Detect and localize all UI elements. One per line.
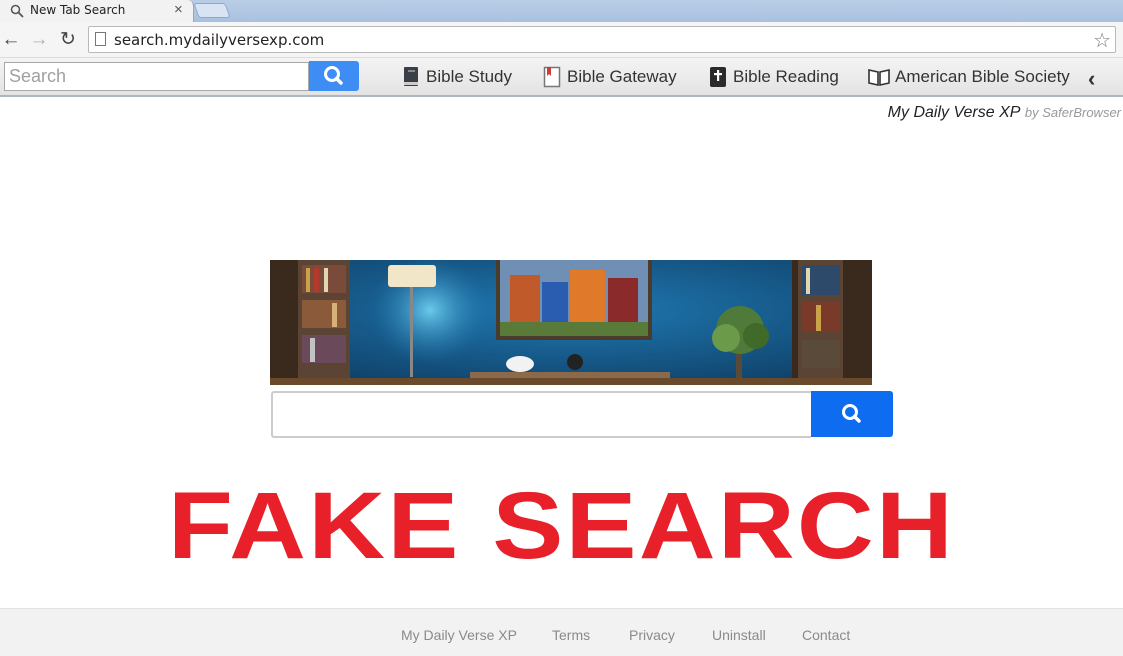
brand-name: My Daily Verse XP [887,104,1021,121]
toolbar-link-label: American Bible Society [895,67,1070,86]
toolbar-link-label: Bible Study [426,67,512,86]
tab-strip: New Tab Search × [0,0,1123,22]
book-icon [404,67,418,86]
navigation-bar: ← → ↻ search.mydailyversexp.com ☆ [0,22,1123,58]
brand: My Daily Verse XP by SaferBrowser [888,104,1121,122]
forward-button[interactable]: → [28,29,50,51]
footer: My Daily Verse XP Terms Privacy Uninstal… [0,608,1123,656]
search-icon [10,4,24,18]
banner-image [270,260,872,385]
url-text: search.mydailyversexp.com [114,31,325,49]
extension-toolbar: Bible Study Bible Gateway Bible Reading … [0,58,1123,97]
toolbar-link-label: Bible Reading [733,67,839,86]
cross-book-icon [710,67,726,87]
footer-link-uninstall[interactable]: Uninstall [712,627,766,643]
bookmark-book-icon [543,66,561,88]
brand-byline: by SaferBrowser [1024,105,1121,120]
footer-link-contact[interactable]: Contact [802,627,850,643]
new-tab-button[interactable] [193,3,231,18]
toolbar-link-label: Bible Gateway [567,67,677,86]
toolbar-link-bible-study[interactable]: Bible Study [402,64,512,90]
toolbar-link-bible-gateway[interactable]: Bible Gateway [543,64,677,90]
toolbar-link-american-bible-society[interactable]: American Bible Society [867,64,1070,90]
bookmark-star-icon[interactable]: ☆ [1093,28,1111,53]
address-bar[interactable]: search.mydailyversexp.com ☆ [88,26,1116,53]
footer-link-brand[interactable]: My Daily Verse XP [401,627,517,643]
browser-tab[interactable]: New Tab Search × [0,0,194,22]
search-icon [324,66,343,85]
tab-close-button[interactable]: × [174,1,183,18]
toolbar-link-bible-reading[interactable]: Bible Reading [709,64,839,90]
tab-title: New Tab Search [30,3,126,17]
footer-link-terms[interactable]: Terms [552,627,590,643]
chevron-left-icon[interactable]: ‹ [1088,66,1095,92]
main-search-button[interactable] [811,391,893,437]
search-icon [842,404,861,423]
page-icon [95,32,106,46]
reload-button[interactable]: ↻ [57,29,79,51]
headline-text: FAKE SEARCH [167,473,956,579]
open-book-icon [868,69,890,86]
fake-search-headline: FAKE SEARCH [0,476,1123,576]
back-button[interactable]: ← [0,29,22,51]
toolbar-search-button[interactable] [309,61,359,91]
footer-link-privacy[interactable]: Privacy [629,627,675,643]
main-search-input[interactable] [271,391,811,438]
toolbar-search-input[interactable] [4,62,309,91]
